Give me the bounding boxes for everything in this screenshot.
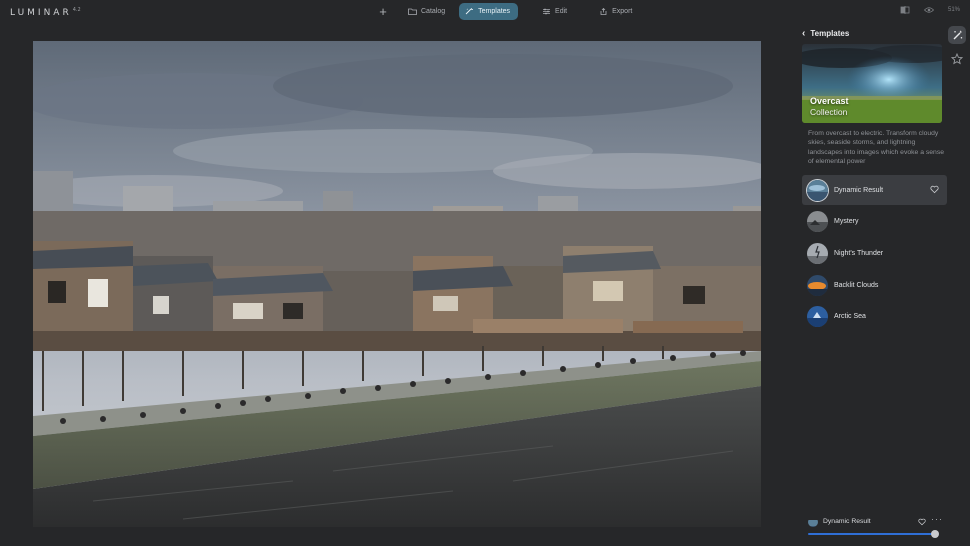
collection-description: From overcast to electric. Transform clo… (808, 130, 945, 166)
panel-title: Templates (810, 29, 850, 38)
side-toolbar (948, 26, 966, 68)
templates-tool-button[interactable] (948, 26, 966, 44)
template-item-dynamic-result[interactable]: Dynamic Result (802, 175, 947, 205)
template-thumbnail (807, 274, 828, 296)
sliders-icon (543, 8, 551, 15)
zoom-level[interactable]: 51% (948, 7, 960, 13)
template-thumbnail (807, 242, 828, 264)
template-thumbnail (807, 306, 828, 328)
active-template-thumbnail (808, 517, 818, 527)
photo-image (33, 41, 761, 527)
more-options-button[interactable]: ··· (931, 514, 943, 524)
tab-edit-label: Edit (555, 8, 568, 15)
template-label: Arctic Sea (834, 313, 866, 321)
template-label: Dynamic Result (834, 186, 884, 194)
star-icon (951, 53, 963, 65)
magic-wand-icon (465, 8, 473, 15)
amount-slider[interactable] (808, 533, 936, 535)
template-list: Dynamic Result Mystery Night's Thunder B… (802, 175, 947, 333)
favorites-button[interactable] (948, 50, 966, 68)
tab-edit[interactable]: Edit (536, 3, 575, 20)
template-item-arctic-sea[interactable]: Arctic Sea (802, 302, 947, 332)
folder-icon (408, 8, 417, 15)
eye-icon[interactable] (923, 6, 934, 14)
active-template-label: Dynamic Result (823, 518, 871, 525)
add-photos-button[interactable]: + (376, 4, 390, 19)
tab-catalog-label: Catalog (421, 8, 446, 15)
magic-wand-icon (953, 30, 962, 39)
template-label: Backlit Clouds (834, 281, 879, 289)
collection-banner[interactable]: Overcast Collection (802, 44, 942, 123)
active-template-bar: Dynamic Result ··· (808, 512, 948, 542)
templates-panel: ‹ Templates Overcast Collection From ove… (796, 24, 970, 546)
view-tools: 51% (900, 6, 960, 14)
template-item-nights-thunder[interactable]: Night's Thunder (802, 238, 947, 268)
collection-subtitle: Collection (810, 107, 848, 117)
heart-icon[interactable] (918, 518, 926, 526)
tab-export-label: Export (612, 8, 633, 15)
app-logo: LUMINAR4.2 (10, 7, 81, 18)
compare-icon[interactable] (900, 6, 910, 14)
template-item-backlit-clouds[interactable]: Backlit Clouds (802, 270, 947, 300)
template-item-mystery[interactable]: Mystery (802, 207, 947, 237)
template-label: Night's Thunder (834, 249, 884, 257)
template-thumbnail (807, 179, 828, 201)
tab-catalog[interactable]: Catalog (402, 3, 453, 20)
top-bar: LUMINAR4.2 + Catalog Templates Edit Expo… (0, 0, 970, 24)
tab-templates[interactable]: Templates (459, 3, 519, 20)
amount-slider-handle[interactable] (931, 530, 939, 538)
collection-title: Overcast (810, 96, 849, 106)
tab-export[interactable]: Export (593, 3, 640, 20)
tab-templates-label: Templates (478, 8, 511, 15)
photo-canvas[interactable] (33, 41, 761, 527)
share-icon (600, 8, 607, 15)
heart-icon[interactable] (930, 185, 939, 194)
panel-header[interactable]: ‹ Templates (802, 28, 849, 39)
chevron-left-icon[interactable]: ‹ (802, 28, 805, 39)
template-label: Mystery (834, 218, 859, 226)
main-nav: + Catalog Templates Edit Export (376, 3, 640, 20)
template-thumbnail (807, 211, 828, 233)
